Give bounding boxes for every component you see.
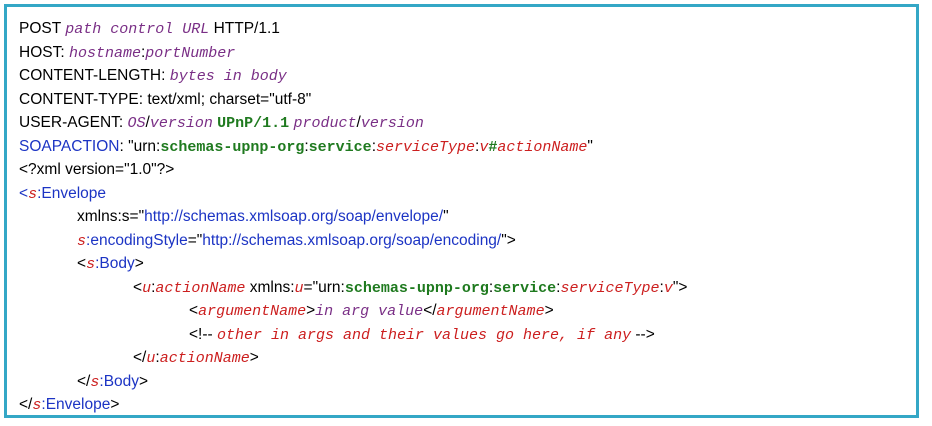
arg-value-placeholder: in arg value [315,303,424,320]
host-line: HOST: hostname:portNumber [19,41,914,65]
user-agent-line: USER-AGENT: OS/version UPnP/1.1 product/… [19,111,914,135]
request-line: POST path control URL HTTP/1.1 [19,17,914,41]
body-close-line: </s:Body> [19,370,914,394]
content-type-text: CONTENT-TYPE: text/xml; charset="utf-8" [19,90,312,108]
lt: < [133,278,143,296]
gt: > [134,255,144,272]
envelope-tag: Envelope [41,184,107,202]
http-soap-request-code: POST path control URL HTTP/1.1 HOST: hos… [19,17,914,417]
s-prefix: s [121,208,130,225]
product-version-placeholder: version [360,115,424,132]
lt-slash: </ [133,349,147,366]
lt: < [77,255,87,272]
envelope-close-line: </s:Envelope> [19,393,914,417]
xml-declaration: <?xml version="1.0"?> [19,161,175,178]
upnp-version: UPnP/1.1 [217,115,290,132]
action-open-line: <u:actionName xmlns:u="urn:schemas-upnp-… [19,276,914,300]
quote-close: " [587,137,593,155]
xmlns-attr: xmlns [245,278,291,296]
encoding-url: http://schemas.xmlsoap.org/soap/encoding… [202,231,502,249]
argument-name-tag: argumentName [436,303,545,320]
content-length-line: CONTENT-LENGTH: bytes in body [19,64,914,88]
equals-quote: =" [187,231,203,249]
u-prefix: u [142,279,152,297]
lt: < [189,302,199,319]
body-tag: Body [103,372,140,390]
product-placeholder: product [293,115,357,132]
content-length-label: CONTENT-LENGTH: [19,67,170,84]
soapaction-label: SOAPACTION [19,137,120,155]
encoding-style-line: s:encodingStyle="http://schemas.xmlsoap.… [19,229,914,253]
equals-quote: =" [303,278,319,296]
s-prefix: s [28,185,38,203]
service-type-placeholder: serviceType [560,279,660,297]
version-placeholder: v [479,138,489,156]
quote-close-gt: "> [501,231,516,249]
quote-close-gt: "> [672,278,688,296]
lt: < [19,184,29,202]
s-prefix: s [86,256,96,273]
action-name-tag: actionName [159,350,250,367]
urn-text: urn [318,278,341,296]
comment-text: other in args and their values go here, … [217,326,632,344]
quote-close: " [443,208,449,225]
lt-slash: </ [77,372,91,390]
s-prefix: s [77,232,87,250]
bytes-placeholder: bytes in body [169,68,287,85]
equals-quote: =" [129,208,145,225]
version-placeholder: v [663,279,673,297]
soapaction-line: SOAPACTION: "urn:schemas-upnp-org:servic… [19,135,914,159]
action-close-line: </u:actionName> [19,346,914,370]
method-text: POST [19,20,66,37]
xml-declaration-line: <?xml version="1.0"?> [19,158,914,182]
body-tag: Body [99,255,135,272]
content-type-line: CONTENT-TYPE: text/xml; charset="utf-8" [19,88,914,112]
schemas-upnp-org: schemas-upnp-org [344,279,489,297]
argument-line: <argumentName>in arg value</argumentName… [19,299,914,323]
xmlns-attr: xmlns [77,208,118,225]
os-version-placeholder: version [149,115,213,132]
u-prefix: u [294,279,304,297]
xmlns-s-line: xmlns:s="http://schemas.xmlsoap.org/soap… [19,205,914,229]
gt: > [139,372,149,390]
body-open-line: <s:Body> [19,252,914,276]
protocol-text: HTTP/1.1 [209,20,280,37]
gt: > [249,349,259,366]
path-placeholder: path control URL [65,21,210,38]
os-placeholder: OS [127,115,146,132]
schemas-upnp-org: schemas-upnp-org [160,138,305,156]
comment-open: <!-- [189,325,217,343]
service-type-placeholder: serviceType [376,138,476,156]
quote-open: : " [119,137,134,155]
comment-line: <!-- other in args and their values go h… [19,323,914,347]
action-name-tag: actionName [155,279,246,297]
action-name-placeholder: actionName [497,138,588,156]
lt-slash: </ [19,396,33,413]
code-frame: POST path control URL HTTP/1.1 HOST: hos… [4,4,919,418]
service-keyword: service [493,279,557,297]
gt: > [306,302,316,319]
comment-close: --> [631,325,655,343]
envelope-namespace-url: http://schemas.xmlsoap.org/soap/envelope… [144,208,444,225]
service-keyword: service [308,138,372,156]
gt: > [110,396,120,413]
argument-name-tag: argumentName [198,303,307,320]
port-placeholder: portNumber [145,44,236,62]
hostname-placeholder: hostname [68,44,141,62]
user-agent-label: USER-AGENT: [19,114,128,131]
gt: > [544,302,554,319]
host-label: HOST: [19,43,69,61]
lt-slash: </ [423,302,437,319]
urn-text: urn [133,137,157,155]
envelope-tag: Envelope [45,396,111,413]
envelope-open-line: <s:Envelope [19,182,914,206]
encoding-style-attr: encodingStyle [90,231,188,249]
